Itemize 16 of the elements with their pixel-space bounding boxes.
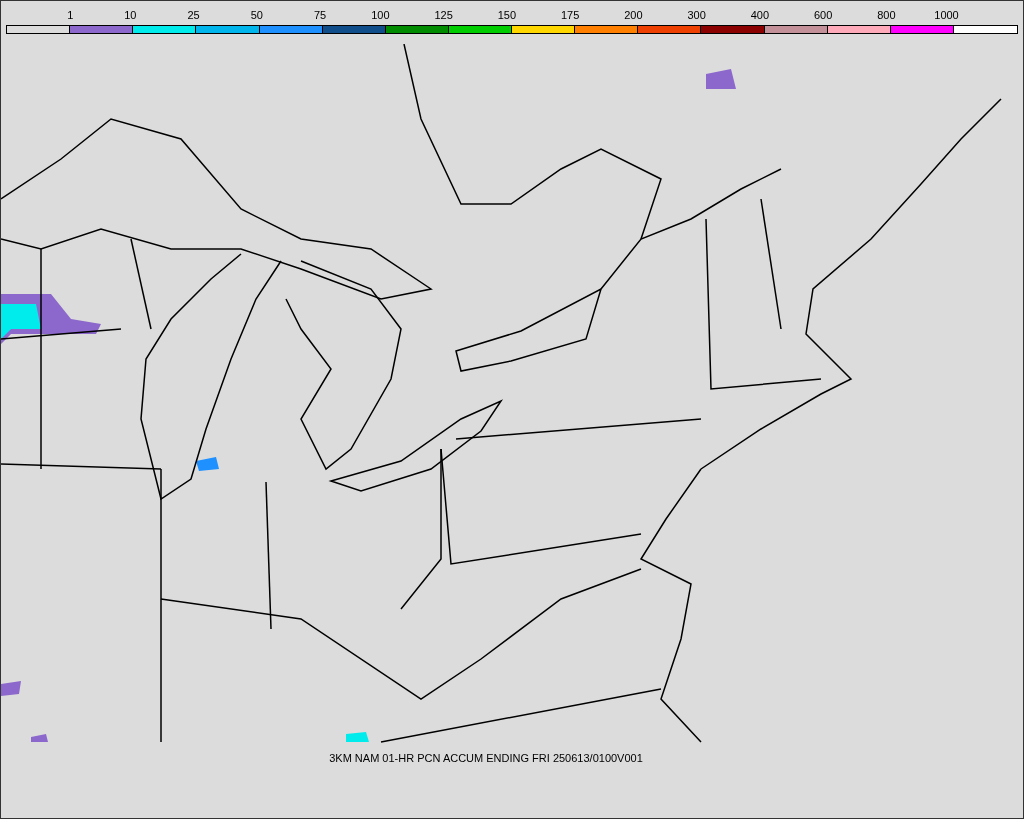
legend-label: 400 xyxy=(750,9,769,21)
legend-label: 175 xyxy=(560,9,580,21)
map-caption: 3KM NAM 01-HR PCN ACCUM ENDING FRI 250613/0100V001 xyxy=(329,751,643,766)
legend-label: 600 xyxy=(813,9,833,21)
legend-label: 100 xyxy=(371,9,390,21)
legend-label: 50 xyxy=(250,9,263,21)
legend-label: 25 xyxy=(187,9,200,21)
legend-label: 125 xyxy=(434,9,453,21)
legend-label: 300 xyxy=(687,9,706,21)
legend-label: 150 xyxy=(497,9,516,21)
legend-label: 1000 xyxy=(934,9,959,21)
legend-label: 800 xyxy=(877,9,896,21)
legend-label: 200 xyxy=(624,9,643,21)
legend-label: 10 xyxy=(124,9,137,21)
legend-label: 75 xyxy=(314,9,327,21)
legend-label: 1 xyxy=(67,9,74,21)
